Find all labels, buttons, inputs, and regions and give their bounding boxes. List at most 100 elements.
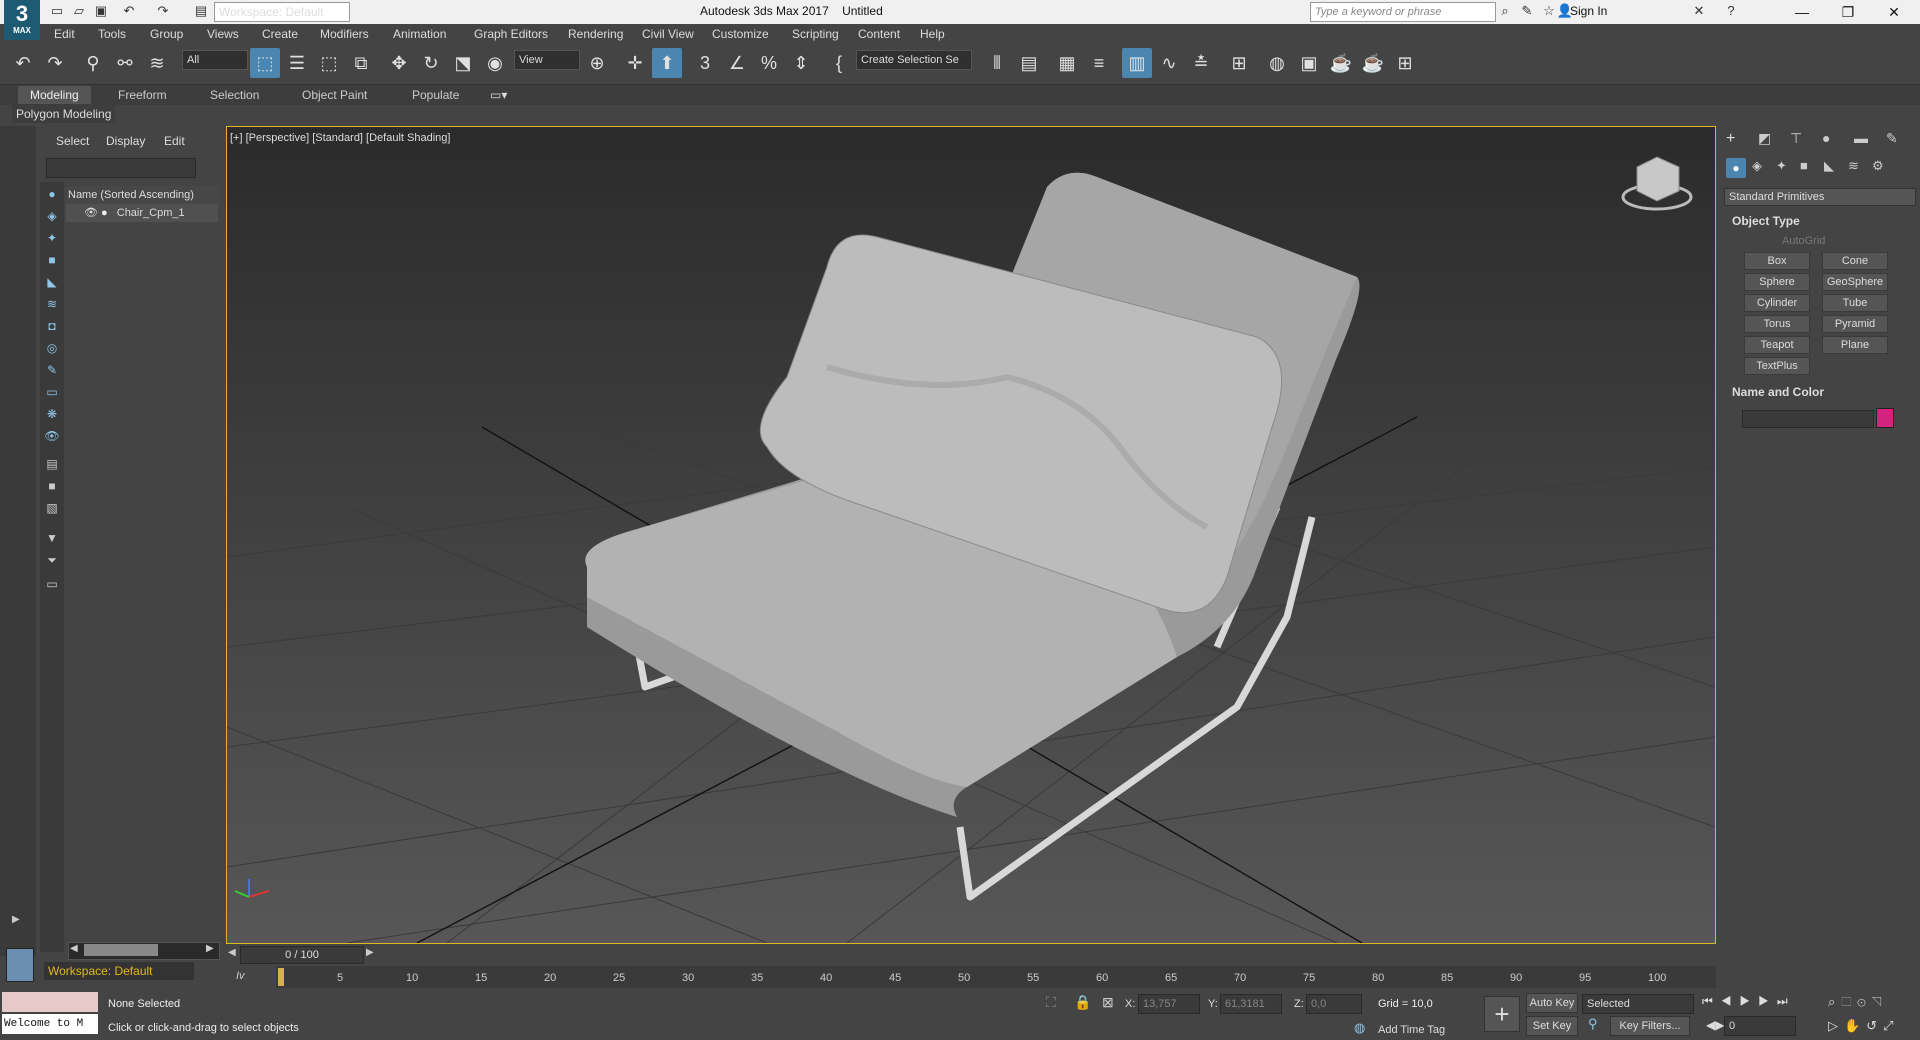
teapot-button[interactable]: Teapot [1744,336,1810,354]
sphere-button[interactable]: Sphere [1744,273,1810,291]
display-invert-icon[interactable]: ▧ [44,500,60,516]
align-icon[interactable]: ▤ [1014,48,1044,78]
display-shapes-icon[interactable]: ◈ [44,208,60,224]
display-bones-icon[interactable]: ✎ [44,362,60,378]
help-icon[interactable]: ? [1722,2,1740,20]
visibility-eye-icon[interactable]: 👁 [84,207,98,219]
current-frame-marker[interactable] [278,968,284,986]
pyramid-button[interactable]: Pyramid [1822,315,1888,333]
menu-content[interactable]: Content [858,27,900,41]
angle-snap-icon[interactable]: ∠ [722,48,752,78]
named-selection-dropdown[interactable]: Create Selection Se [856,50,972,70]
snaps-toggle-icon[interactable]: 3 [690,48,720,78]
link-icon[interactable]: ⚲ [78,48,108,78]
lights-category-icon[interactable]: ✦ [1776,158,1787,174]
layers-icon[interactable]: ≡ [1084,48,1114,78]
display-cameras-icon[interactable]: ■ [44,252,60,268]
ribbon-tab-modeling[interactable]: Modeling [18,86,91,104]
rotate-icon[interactable]: ↻ [416,48,446,78]
viewport-navigation-controls-2[interactable]: ▷✋↺⤢ [1828,1018,1899,1034]
isolate-selection-icon[interactable]: ⛶ [1046,994,1056,1011]
menu-help[interactable]: Help [920,27,945,41]
render-frame-icon[interactable]: ☕ [1326,48,1356,78]
plane-button[interactable]: Plane [1822,336,1888,354]
key-mode-toggle-icon[interactable]: ◀▶ [1706,1018,1724,1032]
geometry-category-icon[interactable]: ● [1726,158,1746,178]
communication-icon[interactable]: ✎ [1518,2,1536,20]
new-file-icon[interactable]: ▭ [48,2,66,20]
explorer-search-input[interactable] [46,158,196,178]
expand-layout-icon[interactable]: ▶ [12,914,24,928]
time-tag-icon[interactable]: ◍ [1354,1020,1365,1036]
explorer-tab-select[interactable]: Select [56,134,89,148]
object-color-swatch[interactable] [1876,408,1894,428]
rollout-name-and-color[interactable]: Name and Color [1732,385,1824,399]
scroll-left-icon[interactable]: ◀ [70,943,78,954]
autogrid-checkbox[interactable]: AutoGrid [1782,235,1825,247]
rollout-object-type[interactable]: Object Type [1732,214,1800,228]
unlink-icon[interactable]: ⚯ [110,48,140,78]
explorer-object-row[interactable]: 👁 ● Chair_Cpm_1 [66,204,218,222]
ribbon-tab-freeform[interactable]: Freeform [106,86,179,104]
time-slider-thumb[interactable]: 0 / 100 [240,946,364,964]
selection-filter-dropdown[interactable]: All [182,50,248,70]
tube-button[interactable]: Tube [1822,294,1888,312]
display-all-icon[interactable]: ▤ [44,456,60,472]
select-manipulate-icon[interactable]: ✛ [620,48,650,78]
menu-group[interactable]: Group [150,27,183,41]
time-slider[interactable] [226,946,1716,964]
mirror-icon[interactable]: ⫴ [982,48,1012,78]
explorer-column-header[interactable]: Name (Sorted Ascending) [66,186,220,204]
spinner-snap-icon[interactable]: ⇕ [786,48,816,78]
display-geometry-icon[interactable]: ● [44,186,60,202]
auto-key-button[interactable]: Auto Key [1526,993,1578,1013]
menu-animation[interactable]: Animation [393,27,446,41]
open-file-icon[interactable]: ▱ [70,2,88,20]
set-key-plus-icon[interactable]: + [1484,996,1520,1032]
shapes-category-icon[interactable]: ◈ [1752,158,1762,174]
maxscript-listener-input[interactable] [2,992,98,1012]
undo-icon[interactable]: ↶ [8,48,38,78]
hierarchy-tab-icon[interactable]: ⊤ [1790,130,1802,147]
close-button[interactable]: ✕ [1872,0,1916,24]
place-icon[interactable]: ◉ [480,48,510,78]
select-object-icon[interactable]: ⬚ [250,48,280,78]
add-time-tag[interactable]: Add Time Tag [1378,1024,1445,1036]
mini-curve-editor-icon[interactable]: Iv [236,970,245,982]
pivot-center-icon[interactable]: ⊕ [582,48,612,78]
undo-icon[interactable]: ↶ [120,2,138,20]
current-frame-field[interactable]: 0 [1724,1016,1796,1036]
save-icon[interactable]: ▣ [92,2,110,20]
key-filters-button[interactable]: Key Filters... [1610,1016,1690,1036]
display-groups-icon[interactable]: ◘ [44,318,60,334]
spacewarps-category-icon[interactable]: ≋ [1848,158,1859,174]
ribbon-tab-populate[interactable]: Populate [400,86,471,104]
scroll-right-icon[interactable]: ▶ [206,943,214,954]
render-toggle-icon[interactable]: ● [101,207,108,219]
workspace-dropdown[interactable]: Workspace: Default [214,2,350,22]
menu-rendering[interactable]: Rendering [568,27,623,41]
menu-graph-editors[interactable]: Graph Editors [474,27,548,41]
primitive-category-dropdown[interactable]: Standard Primitives [1724,188,1916,206]
systems-category-icon[interactable]: ⚙ [1872,158,1884,174]
display-none-icon[interactable]: ■ [44,478,60,494]
scrollbar-thumb[interactable] [84,944,158,956]
viewport-navigation-controls[interactable]: ⌕⬚⊙◹ [1828,994,1888,1010]
sign-in-link[interactable]: Sign In [1570,4,1607,18]
menu-modifiers[interactable]: Modifiers [320,27,369,41]
restore-button[interactable]: ❐ [1826,0,1870,24]
menu-tools[interactable]: Tools [98,27,126,41]
lock-selection-icon[interactable]: 🔒 [1074,994,1091,1011]
display-lights-icon[interactable]: ✦ [44,230,60,246]
menu-create[interactable]: Create [262,27,298,41]
schematic-view-icon[interactable]: ⊞ [1224,48,1254,78]
display-helpers-icon[interactable]: ◣ [44,274,60,290]
ribbon-subpanel-polygon-modeling[interactable]: Polygon Modeling [12,105,116,123]
menu-scripting[interactable]: Scripting [792,27,839,41]
keyboard-shortcut-override-icon[interactable]: ⬆ [652,48,682,78]
select-by-name-icon[interactable]: ☰ [282,48,312,78]
perspective-viewport[interactable] [226,126,1716,944]
layout-thumbnail[interactable] [6,948,34,982]
x-coordinate-field[interactable]: 13,757 [1138,994,1200,1014]
cameras-category-icon[interactable]: ■ [1800,158,1808,173]
